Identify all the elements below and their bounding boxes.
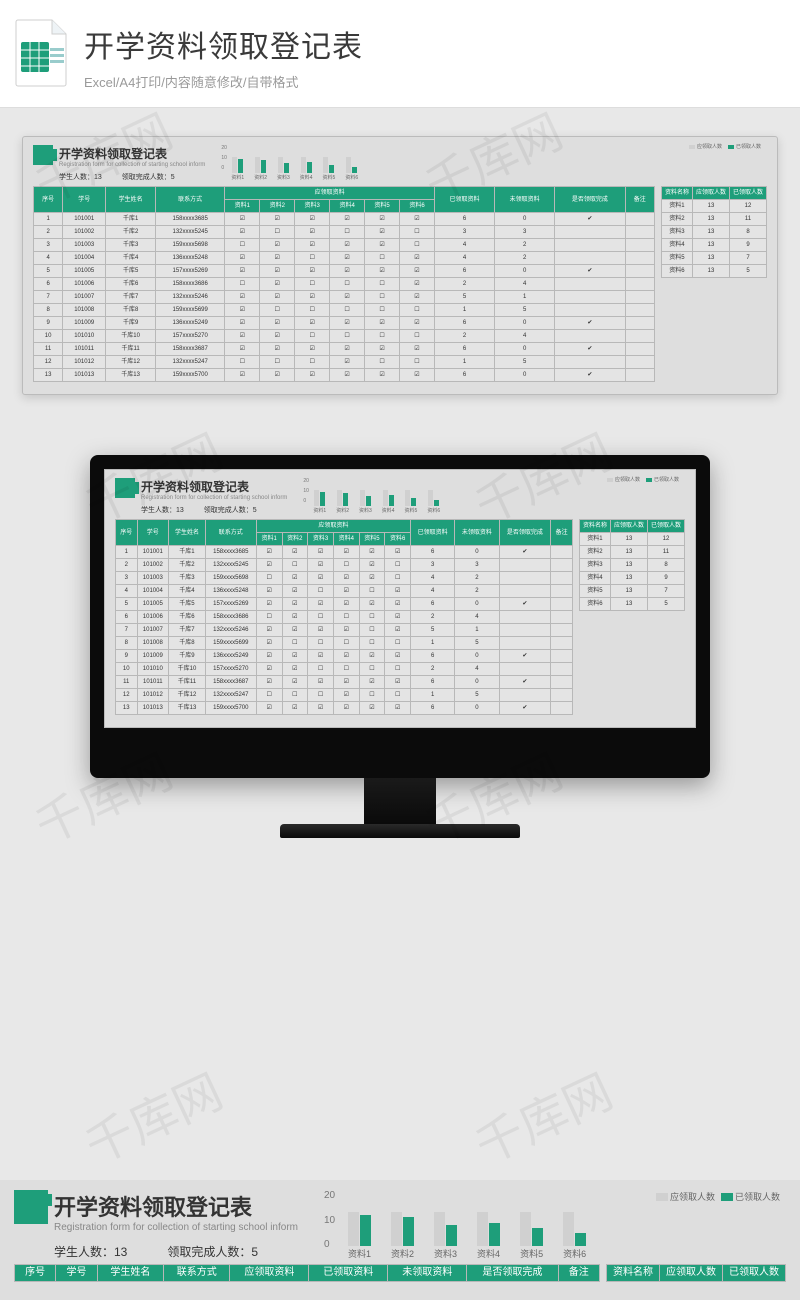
main-table: 序号学号 学生姓名联系方式 应领取资料 已领取资料未领取资料 是否领取完成备注 …: [115, 519, 573, 715]
watermark: 千库网: [72, 1053, 232, 1177]
monitor-stand: [364, 778, 436, 824]
table-row: 资料5137: [579, 585, 684, 598]
monitor-frame: 开学资料领取登记表 Registration form for collecti…: [90, 455, 710, 778]
table-row: 13101013千库13159xxxx5700 ☑☑☑☑☑☑ 60✔: [116, 702, 573, 715]
sheet-logo-icon: [14, 1190, 48, 1224]
table-row: 4101004千库4136xxxx5248 ☑☑☐☑☐☑ 42: [116, 585, 573, 598]
table-row: 资料11312: [661, 200, 766, 213]
legend-got: 已领取人数: [736, 143, 761, 150]
table-row: 10101010千库10157xxxx5270 ☑☑☐☐☐☐ 24: [34, 330, 655, 343]
table-row: 5101005千库5157xxxx5269 ☑☑☑☑☑☑ 60✔: [34, 265, 655, 278]
sheet-logo-icon: [33, 145, 53, 165]
monitor-base: [280, 824, 520, 838]
sheet-subtitle: Registration form for collection of star…: [59, 162, 205, 168]
page-subtitle: Excel/A4打印/内容随意修改/自带格式: [84, 72, 774, 91]
preview-card: 开学资料领取登记表 Registration form for collecti…: [22, 136, 778, 395]
table-row: 9101009千库9136xxxx5249 ☑☑☑☑☑☑ 60✔: [34, 317, 655, 330]
student-count: 学生人数：13: [59, 172, 102, 182]
zoom-strip: 开学资料领取登记表 Registration form for collecti…: [0, 1180, 800, 1300]
table-row: 资料3138: [579, 559, 684, 572]
table-row: 2101002千库2132xxxx5245 ☑☐☑☐☑☐ 33: [34, 226, 655, 239]
legend-got: 已领取人数: [654, 476, 679, 483]
table-row: 1101001千库1158xxxx3685 ☑☑☑☑☑☑ 60✔: [34, 213, 655, 226]
legend-got: 已领取人数: [735, 1190, 780, 1203]
table-row: 6101006千库6158xxxx3686 ☐☑☐☐☐☑ 24: [116, 611, 573, 624]
bar-chart: 应领取人数 已领取人数 20100 资料1 资料2: [211, 145, 767, 181]
table-row: 资料6135: [661, 265, 766, 278]
complete-count: 领取完成人数：5: [167, 1243, 258, 1260]
table-row: 8101008千库8159xxxx5699 ☑☐☐☐☐☐ 15: [116, 637, 573, 650]
sheet-title: 开学资料领取登记表: [54, 1190, 298, 1222]
sheet-title: 开学资料领取登记表: [59, 145, 205, 162]
table-row: 11101011千库11158xxxx3687 ☑☑☑☑☑☑ 60✔: [116, 676, 573, 689]
table-row: 资料5137: [661, 252, 766, 265]
legend-should: 应领取人数: [697, 143, 722, 150]
table-row: 3101003千库3159xxxx5698 ☐☑☑☑☑☐ 42: [116, 572, 573, 585]
table-row: 资料4139: [579, 572, 684, 585]
table-row: 5101005千库5157xxxx5269 ☑☑☑☑☑☑ 60✔: [116, 598, 573, 611]
main-table: 序号学号 学生姓名联系方式 应领取资料 已领取资料未领取资料 是否领取完成备注: [14, 1264, 600, 1282]
table-row: 7101007千库7132xxxx5246 ☑☑☑☑☐☑ 51: [116, 624, 573, 637]
table-row: 资料11312: [579, 533, 684, 546]
sheet-subtitle: Registration form for collection of star…: [54, 1222, 298, 1233]
sheet-subtitle: Registration form for collection of star…: [141, 495, 287, 501]
main-table: 序号学号 学生姓名联系方式 应领取资料 已领取资料未领取资料 是否领取完成备注 …: [33, 186, 655, 382]
table-row: 3101003千库3159xxxx5698 ☐☑☑☑☑☐ 42: [34, 239, 655, 252]
table-row: 资料21311: [579, 546, 684, 559]
table-row: 6101006千库6158xxxx3686 ☐☑☐☐☐☑ 24: [34, 278, 655, 291]
watermark: 千库网: [462, 1053, 622, 1177]
table-row: 2101002千库2132xxxx5245 ☑☐☑☐☑☐ 33: [116, 559, 573, 572]
legend-should: 应领取人数: [615, 476, 640, 483]
bar-chart: 应领取人数 已领取人数 20100 资料1 资料2: [304, 1190, 786, 1260]
table-row: 资料21311: [661, 213, 766, 226]
table-row: 4101004千库4136xxxx5248 ☑☑☐☑☐☑ 42: [34, 252, 655, 265]
table-row: 11101011千库11158xxxx3687 ☑☑☑☑☑☑ 60✔: [34, 343, 655, 356]
complete-count: 领取完成人数：5: [204, 505, 257, 515]
sheet-logo-icon: [115, 478, 135, 498]
table-row: 资料6135: [579, 598, 684, 611]
summary-table: 资料名称应领取人数已领取人数 资料11312资料21311资料3138资料413…: [661, 186, 767, 278]
table-row: 7101007千库7132xxxx5246 ☑☑☑☑☐☑ 51: [34, 291, 655, 304]
table-row: 12101012千库12132xxxx5247 ☐☐☐☑☐☐ 15: [34, 356, 655, 369]
sheet-title: 开学资料领取登记表: [141, 478, 287, 495]
table-row: 资料4139: [661, 239, 766, 252]
complete-count: 领取完成人数：5: [122, 172, 175, 182]
page-header: 开学资料领取登记表 Excel/A4打印/内容随意修改/自带格式: [0, 0, 800, 108]
student-count: 学生人数：13: [141, 505, 184, 515]
summary-table: 资料名称应领取人数已领取人数: [606, 1264, 786, 1282]
bar-chart: 应领取人数 已领取人数 20100 资料1 资料2: [293, 478, 685, 514]
summary-table: 资料名称应领取人数已领取人数 资料11312资料21311资料3138资料413…: [579, 519, 685, 611]
student-count: 学生人数：13: [54, 1243, 127, 1260]
table-row: 9101009千库9136xxxx5249 ☑☑☑☑☑☑ 60✔: [116, 650, 573, 663]
legend-should: 应领取人数: [670, 1190, 715, 1203]
table-row: 13101013千库13159xxxx5700 ☑☑☑☑☑☑ 60✔: [34, 369, 655, 382]
page-title: 开学资料领取登记表: [84, 22, 774, 66]
table-row: 10101010千库10157xxxx5270 ☑☑☐☐☐☐ 24: [116, 663, 573, 676]
table-row: 12101012千库12132xxxx5247 ☐☐☐☑☐☐ 15: [116, 689, 573, 702]
table-row: 资料3138: [661, 226, 766, 239]
table-row: 1101001千库1158xxxx3685 ☑☑☑☑☑☑ 60✔: [116, 546, 573, 559]
excel-file-icon: [14, 18, 70, 88]
table-row: 8101008千库8159xxxx5699 ☑☐☐☐☐☐ 15: [34, 304, 655, 317]
